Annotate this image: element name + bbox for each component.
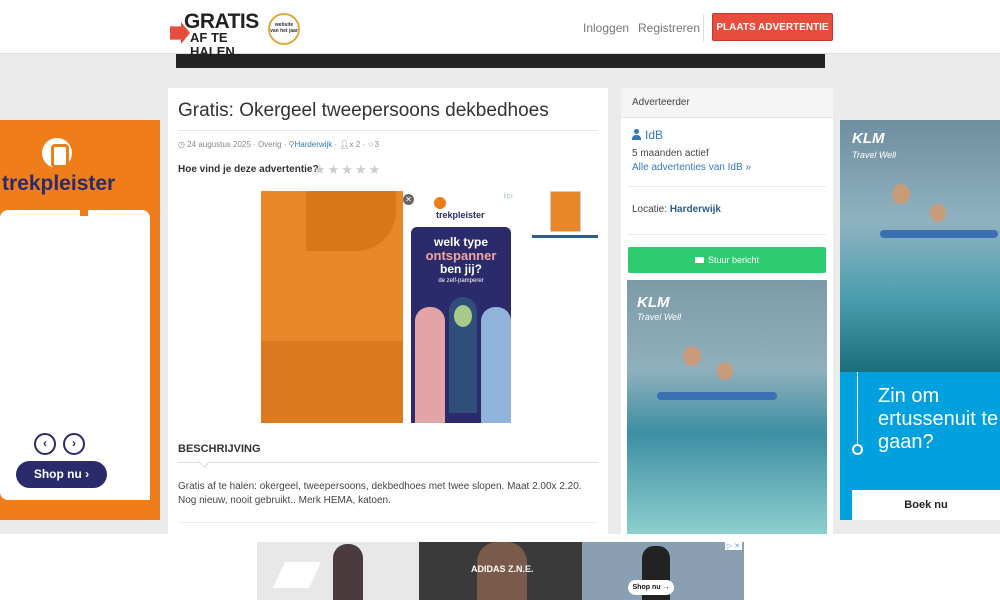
listing-location-link[interactable]: Harderwijk [294,140,332,149]
klm-tagline: Travel Well [637,312,682,322]
ad-left-card [0,210,150,500]
ad-person-1 [683,346,701,366]
top-banner-ad[interactable] [176,54,825,68]
location-value: Harderwijk [669,204,721,215]
description-pointer [197,456,209,468]
klm-logo: KLM [637,294,670,311]
trekpleister-shop-button[interactable]: Shop nu › [16,461,107,488]
user-count-icon: 👤︎ [339,140,350,149]
inner-ad-line2: ontspanner [425,248,497,263]
listing-title: Gratis: Okergeel tweepersoons dekbedhoes [178,100,549,121]
thumbnail-active-indicator [532,235,598,238]
send-message-label: Stuur bericht [707,255,760,265]
photo-overlay-ad[interactable]: ✕ i ▷ trekpleister welk type ontspanner … [403,191,517,423]
send-message-button[interactable]: Stuur bericht [628,247,826,273]
logo-text-top: GRATIS [184,10,259,33]
bottom-banner-ad[interactable]: ADIDAS Z.N.E. Shop nu → ▷ ✕ [257,542,744,600]
carousel-next-icon[interactable]: › [63,433,85,455]
photo-thumbnail[interactable] [550,191,581,232]
surfboard [657,392,777,400]
listing-photo[interactable]: ✕ i ▷ trekpleister welk type ontspanner … [261,191,517,423]
inner-ad-line3: ben jij? [440,262,482,276]
trekpleister-logo-icon [42,138,72,168]
advertiser-divider [628,186,826,187]
ad-panel-3: Shop nu → ▷ ✕ [582,542,744,600]
place-ad-button[interactable]: PLAATS ADVERTENTIE [712,13,833,41]
award-badge: website van het jaar [268,13,300,45]
adidas-stripes-icon [272,562,322,588]
advertiser-location: Locatie: Harderwijk [632,204,721,215]
klm-sidebar-ad[interactable]: KLM Travel Well ▷ ⋮ [627,280,827,536]
listing-category: Overig [257,140,282,149]
klm-headline: Zin om ertussenuit te gaan? [878,385,999,453]
ad-face-mask [454,305,472,327]
carousel-prev-icon[interactable]: ‹ [34,433,56,455]
adidas-label: ADIDAS Z.N.E. [471,564,534,574]
ad-person-2 [717,362,733,380]
site-logo[interactable]: GRATIS AF TE HALEN [170,10,265,59]
left-skyscraper-ad[interactable]: trekpleister ‹ › Shop nu › [0,120,160,520]
trekpleister-logo-icon [434,197,446,209]
advertiser-active-since: 5 maanden actief [632,148,709,159]
ad-person-1 [892,184,910,204]
inner-ad-line1: welk type [433,235,489,249]
ad-left-notch [80,208,88,216]
ad-info-icon[interactable]: ▷ ⋮ [809,282,823,290]
ad-panel-1 [257,542,419,600]
advertiser-header: Adverteerder [621,88,833,118]
listing-views: x 2 [349,140,361,149]
header-divider [703,14,704,42]
description-divider [178,462,598,463]
inner-ad-panel: welk type ontspanner ben jij? de zelf-pa… [411,227,511,423]
rating-prompt: Hoe vind je deze advertentie? [178,164,319,175]
all-ads-link[interactable]: Alle advertenties van IdB » [632,162,751,173]
location-label: Locatie: [632,204,668,215]
listing-favorites: 3 [374,140,379,149]
close-icon[interactable]: ✕ [403,194,414,205]
site-header: GRATIS AF TE HALEN website van het jaar … [0,0,1000,59]
ad-panel-2: ADIDAS Z.N.E. [419,542,582,600]
listing-card: Gratis: Okergeel tweepersoons dekbedhoes… [168,88,608,534]
shop-label: Shop nu [33,467,82,481]
ad-model-1 [333,544,363,600]
klm-tagline: Travel Well [852,150,897,160]
description-bottom-divider [178,522,598,523]
advertiser-name-link[interactable]: IdB [645,128,663,142]
listing-date: 24 augustus 2025 [187,140,251,149]
title-divider [178,130,598,131]
register-link[interactable]: Registreren [638,21,700,35]
duvet-shadow [261,341,411,423]
advertiser-heading: Adverteerder [632,97,690,108]
ad-person-2 [930,204,946,222]
advertiser-divider [628,234,826,235]
adidas-shop-button[interactable]: Shop nu → [628,580,674,595]
description-heading: BESCHRIJVING [178,443,261,455]
ad-figure-right [481,307,511,423]
adidas-shop-label: Shop nu [632,584,661,591]
user-icon [632,129,641,140]
timeline-dot-icon [852,444,863,455]
klm-cta-button[interactable]: Boek nu [852,490,1000,520]
login-link[interactable]: Inloggen [583,21,629,35]
envelope-icon [694,257,704,263]
trekpleister-brand: trekpleister [2,172,116,195]
surfboard [880,230,998,238]
timeline-line [857,372,858,447]
description-text: Gratis af te halen: okergeel, tweepersoo… [178,481,582,506]
ad-figure-left [415,307,445,423]
inner-ad-brand: trekpleister [436,210,485,220]
ad-info-icon[interactable]: ▷ ✕ [724,542,742,550]
klm-logo: KLM [852,130,885,147]
ad-info-icon[interactable]: i ▷ [504,192,513,200]
advertiser-card: Adverteerder IdB 5 maanden actief Alle a… [621,88,833,536]
clock-icon: ◷ [178,140,185,149]
right-skyscraper-ad[interactable]: KLM Travel Well Zin om ertussenuit te ga… [840,120,1000,520]
listing-meta: ◷ 24 augustus 2025 · Overig · ⚲Harderwij… [178,140,379,149]
inner-ad-line4: de zelf-pamperer [438,278,484,284]
rating-stars[interactable]: ★★★★★ [314,162,382,178]
